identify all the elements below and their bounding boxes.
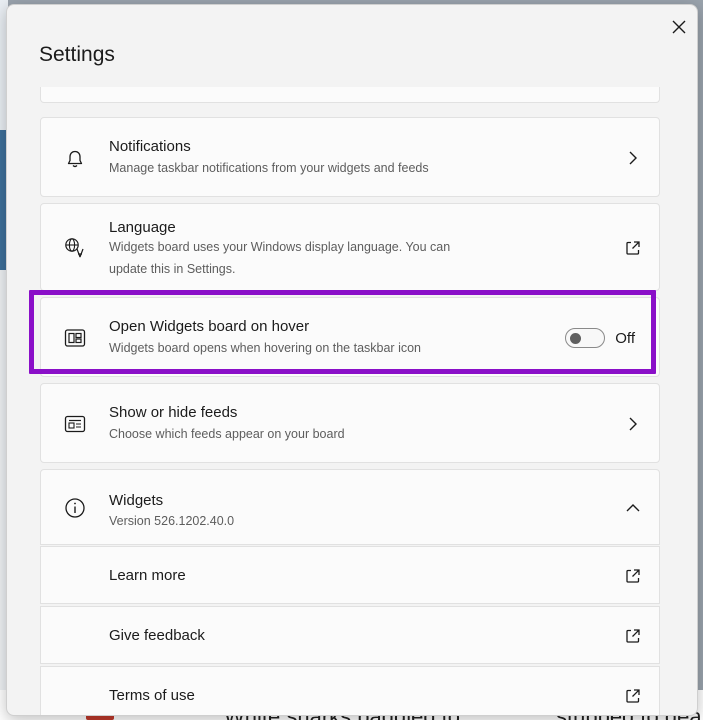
highlight-box	[29, 290, 656, 374]
chevron-right-icon[interactable]	[621, 146, 645, 170]
notifications-description: Manage taskbar notifications from your w…	[109, 161, 429, 175]
widgets-version: Version 526.1202.40.0	[109, 514, 235, 528]
bell-icon	[63, 147, 87, 171]
language-icon	[63, 236, 87, 260]
language-title: Language	[109, 219, 176, 236]
close-icon	[672, 20, 686, 34]
give-feedback-link[interactable]: Give feedback	[40, 606, 660, 664]
terms-of-use-link[interactable]: Terms of use	[40, 666, 660, 715]
learn-more-link[interactable]: Learn more	[40, 546, 660, 604]
language-card[interactable]: Language Widgets board uses your Windows…	[40, 203, 660, 291]
terms-of-use-label: Terms of use	[109, 687, 195, 704]
notifications-title: Notifications	[109, 138, 191, 155]
scrolled-card	[40, 87, 660, 103]
widgets-title: Widgets	[109, 492, 164, 509]
give-feedback-label: Give feedback	[109, 627, 205, 644]
info-icon	[63, 496, 87, 520]
language-description: Widgets board uses your Windows display …	[109, 240, 451, 276]
open-external-icon	[621, 624, 645, 648]
feeds-title: Show or hide feeds	[109, 404, 238, 421]
chevron-right-icon[interactable]	[621, 412, 645, 436]
close-button[interactable]	[667, 15, 691, 39]
dialog-title: Settings	[39, 43, 115, 66]
learn-more-label: Learn more	[109, 567, 186, 584]
notifications-card[interactable]: Notifications Manage taskbar notificatio…	[40, 117, 660, 197]
chevron-up-icon[interactable]	[621, 496, 645, 520]
open-external-icon	[621, 684, 645, 708]
widgets-card[interactable]: Widgets Version 526.1202.40.0	[40, 469, 660, 545]
feeds-card[interactable]: Show or hide feeds Choose which feeds ap…	[40, 383, 660, 463]
open-external-icon[interactable]	[621, 236, 645, 260]
news-feed-icon	[63, 412, 87, 436]
open-external-icon	[621, 564, 645, 588]
feeds-description: Choose which feeds appear on your board	[109, 427, 345, 441]
